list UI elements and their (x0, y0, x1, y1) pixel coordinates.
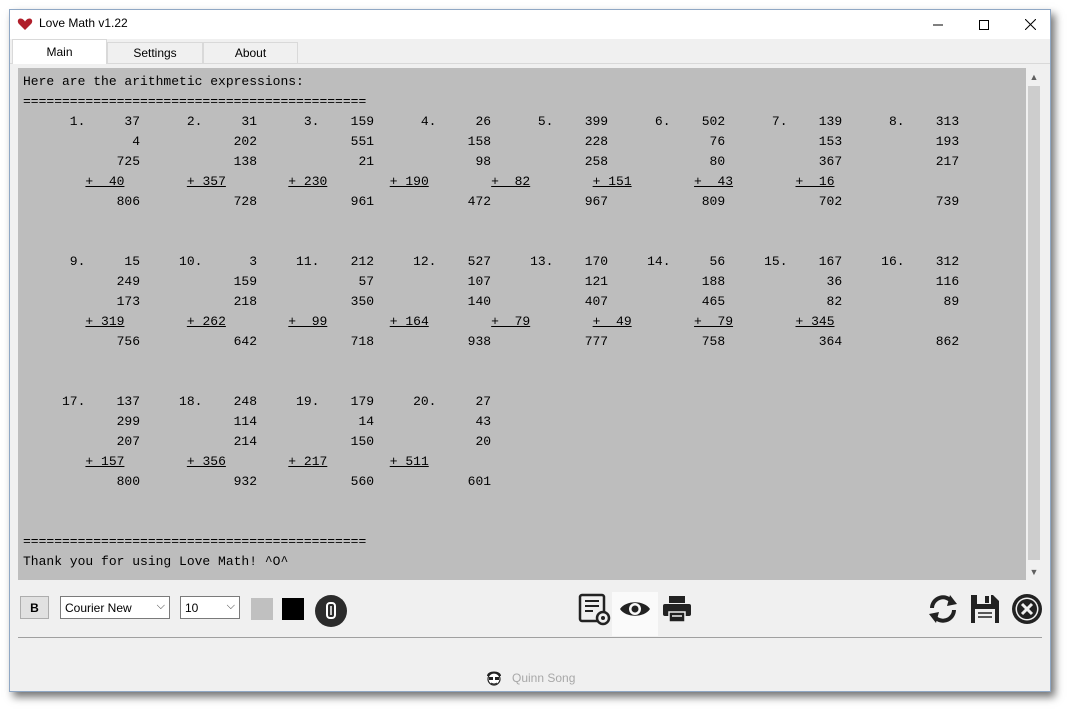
floppy-disk-icon[interactable] (968, 592, 1002, 626)
chevron-down-icon: ⌵ (156, 600, 165, 612)
chevron-down-icon: ⌵ (226, 600, 235, 612)
printer-icon[interactable] (660, 592, 694, 626)
tab-strip: Main Settings About (10, 39, 1050, 64)
window-title: Love Math v1.22 (39, 16, 128, 30)
font-family-select[interactable]: Courier New ⌵ (60, 596, 170, 619)
font-size-select[interactable]: 10 ⌵ (180, 596, 240, 619)
author-avatar-icon (487, 671, 501, 686)
minimize-button[interactable] (915, 10, 961, 39)
close-circle-icon[interactable] (1010, 592, 1044, 626)
clear-button[interactable] (315, 595, 347, 627)
font-size-value: 10 (185, 600, 199, 615)
scroll-thumb[interactable] (1028, 86, 1040, 560)
separator-line (18, 637, 1042, 638)
refresh-icon[interactable] (926, 592, 960, 626)
text-color-swatch[interactable] (282, 598, 304, 620)
minimize-icon (933, 24, 943, 25)
maximize-icon (979, 19, 989, 30)
scroll-down-icon[interactable]: ▼ (1026, 563, 1042, 580)
close-window-button[interactable] (1007, 10, 1053, 39)
vertical-scrollbar[interactable]: ▲ ▼ (1026, 68, 1042, 580)
heart-icon (17, 18, 33, 30)
background-color-swatch[interactable] (251, 598, 273, 620)
title-bar: Love Math v1.22 (10, 10, 1050, 39)
document-settings-icon[interactable] (578, 592, 612, 626)
maximize-button[interactable] (961, 10, 1007, 39)
eye-icon[interactable] (618, 592, 652, 626)
scroll-up-icon[interactable]: ▲ (1026, 68, 1042, 85)
tab-main[interactable]: Main (12, 39, 107, 64)
tab-about[interactable]: About (203, 42, 298, 63)
app-window: Love Math v1.22 Main Settings About Here… (9, 9, 1051, 692)
tab-settings[interactable]: Settings (107, 42, 203, 63)
author-credit: Quinn Song (484, 668, 575, 688)
clear-circle-icon (326, 602, 336, 619)
font-family-value: Courier New (65, 600, 132, 615)
output-text: Here are the arithmetic expressions: ===… (23, 74, 960, 569)
toolbar: B Courier New ⌵ 10 ⌵ (10, 582, 1050, 636)
author-name: Quinn Song (512, 671, 576, 685)
bold-button[interactable]: B (20, 596, 49, 619)
output-text-area[interactable]: Here are the arithmetic expressions: ===… (18, 68, 1042, 580)
close-icon (1024, 19, 1036, 30)
